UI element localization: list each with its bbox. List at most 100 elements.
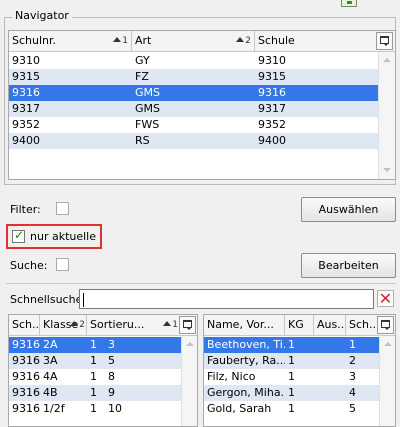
nur-aktuelle-checkbox[interactable]: ✓ <box>12 228 25 243</box>
cell-sort: 1 <box>90 402 97 415</box>
divider <box>6 283 396 284</box>
table-row[interactable]: Gold, Sarah 1 5 <box>204 401 379 417</box>
table-row[interactable]: 9316 1/2f 1 10 <box>9 401 181 417</box>
students-grid-header: Name, Vor... KG Aus... Sch... <box>204 315 395 336</box>
cell-schule: 9310 <box>258 54 286 67</box>
table-row[interactable]: 9316 4A 1 8 <box>9 369 181 385</box>
column-header-schule[interactable]: Schule <box>255 31 378 51</box>
column-header-sch[interactable]: Sch... <box>346 315 377 335</box>
schnellsuche-label: Schnellsuche <box>10 293 83 306</box>
scroll-up-icon[interactable] <box>384 342 392 346</box>
column-header-sortierung[interactable]: Sortieru... 1 <box>87 315 181 335</box>
cell-sch: 3 <box>349 370 356 383</box>
sort-indicator: 2 <box>70 315 85 335</box>
table-row[interactable]: 9310 GY 9310 <box>9 53 378 69</box>
table-row[interactable]: 9316 3A 1 5 <box>9 353 181 369</box>
cell-sch: 9316 <box>12 386 40 399</box>
column-chooser-icon[interactable] <box>179 316 196 334</box>
cell-sch: 1 <box>349 338 356 351</box>
cell-name: Filz, Nico <box>207 370 256 383</box>
schools-grid[interactable]: Schulnr. 1 Art 2 Schule 9310 GY 9310 931… <box>8 30 396 180</box>
cell-sort: 1 <box>90 370 97 383</box>
checkmark-icon: ✓ <box>14 228 25 242</box>
column-header-schulnr[interactable]: Schulnr. 1 <box>9 31 132 51</box>
cell-schulnr: 9352 <box>12 118 40 131</box>
cell-schulnr: 9315 <box>12 70 40 83</box>
table-row[interactable]: 9315 FZ 9315 <box>9 69 378 85</box>
sort-indicator: 1 <box>113 31 128 51</box>
schnellsuche-input[interactable] <box>79 289 374 309</box>
schools-vertical-scrollbar[interactable] <box>378 52 395 179</box>
filter-label: Filter: <box>10 203 41 216</box>
suche-checkbox[interactable] <box>56 258 69 271</box>
column-label: Schulnr. <box>12 34 57 47</box>
column-label: Name, Vor... <box>207 318 274 331</box>
students-grid[interactable]: Name, Vor... KG Aus... Sch... Beethoven,… <box>203 314 396 427</box>
cell-schulnr: 9316 <box>12 86 40 99</box>
cell-kg: 1 <box>288 402 295 415</box>
cell-kg: 1 <box>288 386 295 399</box>
table-row[interactable]: 9400 RS 9400 <box>9 133 378 149</box>
cell-sch: 2 <box>349 354 356 367</box>
column-label: KG <box>288 318 304 331</box>
bearbeiten-button[interactable]: Bearbeiten <box>301 253 396 278</box>
table-row-selected[interactable]: Beethoven, Ti... 1 1 <box>204 337 379 353</box>
table-row-selected[interactable]: 9316 2A 1 3 <box>9 337 181 353</box>
cell-sortierung: 8 <box>108 370 115 383</box>
cell-schulnr: 9310 <box>12 54 40 67</box>
table-row[interactable]: 9316 4B 1 9 <box>9 385 181 401</box>
scroll-up-icon[interactable] <box>186 342 194 346</box>
column-header-klasse[interactable]: Klasse 2 <box>40 315 87 335</box>
nur-aktuelle-label[interactable]: nur aktuelle <box>30 230 96 243</box>
cell-sortierung: 9 <box>108 386 115 399</box>
table-row[interactable]: 9352 FWS 9352 <box>9 117 378 133</box>
cell-kg: 1 <box>288 370 295 383</box>
column-header-sch[interactable]: Sch... <box>9 315 40 335</box>
column-header-aus[interactable]: Aus... <box>314 315 346 335</box>
sort-indicator: 2 <box>236 31 251 51</box>
navigator-title: Navigator <box>12 9 72 22</box>
cell-klasse: 2A <box>43 338 58 351</box>
cell-schule: 9316 <box>258 86 286 99</box>
text-caret <box>83 293 84 307</box>
classes-vertical-scrollbar[interactable] <box>181 336 197 426</box>
table-row[interactable]: Filz, Nico 1 3 <box>204 369 379 385</box>
column-chooser-icon[interactable] <box>376 32 393 50</box>
suche-label: Suche: <box>10 259 48 272</box>
cell-schulnr: 9400 <box>12 134 40 147</box>
filter-checkbox[interactable] <box>56 202 69 215</box>
sort-asc-icon <box>70 321 79 326</box>
schools-grid-header: Schulnr. 1 Art 2 Schule <box>9 31 395 52</box>
classes-grid-header: Sch... Klasse 2 Sortieru... 1 <box>9 315 197 336</box>
scroll-up-icon[interactable] <box>383 58 391 62</box>
cell-kg: 1 <box>288 354 295 367</box>
cell-klasse: 4A <box>43 370 58 383</box>
cell-sch: 5 <box>349 402 356 415</box>
column-header-art[interactable]: Art 2 <box>132 31 255 51</box>
cell-klasse: 1/2f <box>43 402 65 415</box>
cell-art: GY <box>135 54 150 67</box>
cell-sortierung: 5 <box>108 354 115 367</box>
clear-search-button[interactable]: ✕ <box>377 289 394 308</box>
column-label: Sch... <box>349 318 377 331</box>
export-icon[interactable] <box>341 0 357 7</box>
cell-aus <box>314 401 346 417</box>
auswaehlen-button[interactable]: Auswählen <box>301 197 396 222</box>
cell-art: RS <box>135 134 150 147</box>
cell-art: GMS <box>135 86 160 99</box>
cell-aus <box>314 353 346 369</box>
table-row-selected[interactable]: 9316 GMS 9316 <box>9 85 378 101</box>
scroll-down-icon[interactable] <box>383 168 391 172</box>
cell-sort: 1 <box>90 354 97 367</box>
students-vertical-scrollbar[interactable] <box>379 336 395 426</box>
column-label: Schule <box>258 34 295 47</box>
table-row[interactable]: 9317 GMS 9317 <box>9 101 378 117</box>
column-header-kg[interactable]: KG <box>285 315 314 335</box>
table-row[interactable]: Gergon, Miha... 1 4 <box>204 385 379 401</box>
top-strip <box>0 0 400 8</box>
table-row[interactable]: Fauberty, Ra... 1 2 <box>204 353 379 369</box>
column-chooser-icon[interactable] <box>377 316 394 334</box>
column-header-name[interactable]: Name, Vor... <box>204 315 285 335</box>
cell-name: Gold, Sarah <box>207 402 272 415</box>
classes-grid[interactable]: Sch... Klasse 2 Sortieru... 1 9316 2A 1 … <box>8 314 198 427</box>
